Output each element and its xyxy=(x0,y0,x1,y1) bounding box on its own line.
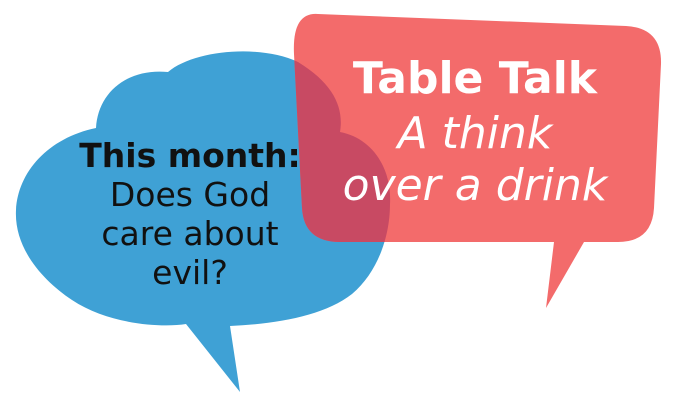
question-line-1: Does God xyxy=(109,175,271,214)
speech-bubble-graphic: This month: Does God care about evil? Ta… xyxy=(0,0,681,400)
tagline-line-1: A think xyxy=(397,108,553,159)
question-line-2: care about xyxy=(101,214,279,253)
month-heading: This month: xyxy=(79,136,301,175)
left-bubble-text: This month: Does God care about evil? xyxy=(60,136,320,292)
event-title: Table Talk xyxy=(352,53,598,104)
right-bubble-text: Table Talk A think over a drink xyxy=(300,50,650,212)
tagline-line-2: over a drink xyxy=(342,160,608,211)
question-line-3: evil? xyxy=(152,253,228,292)
